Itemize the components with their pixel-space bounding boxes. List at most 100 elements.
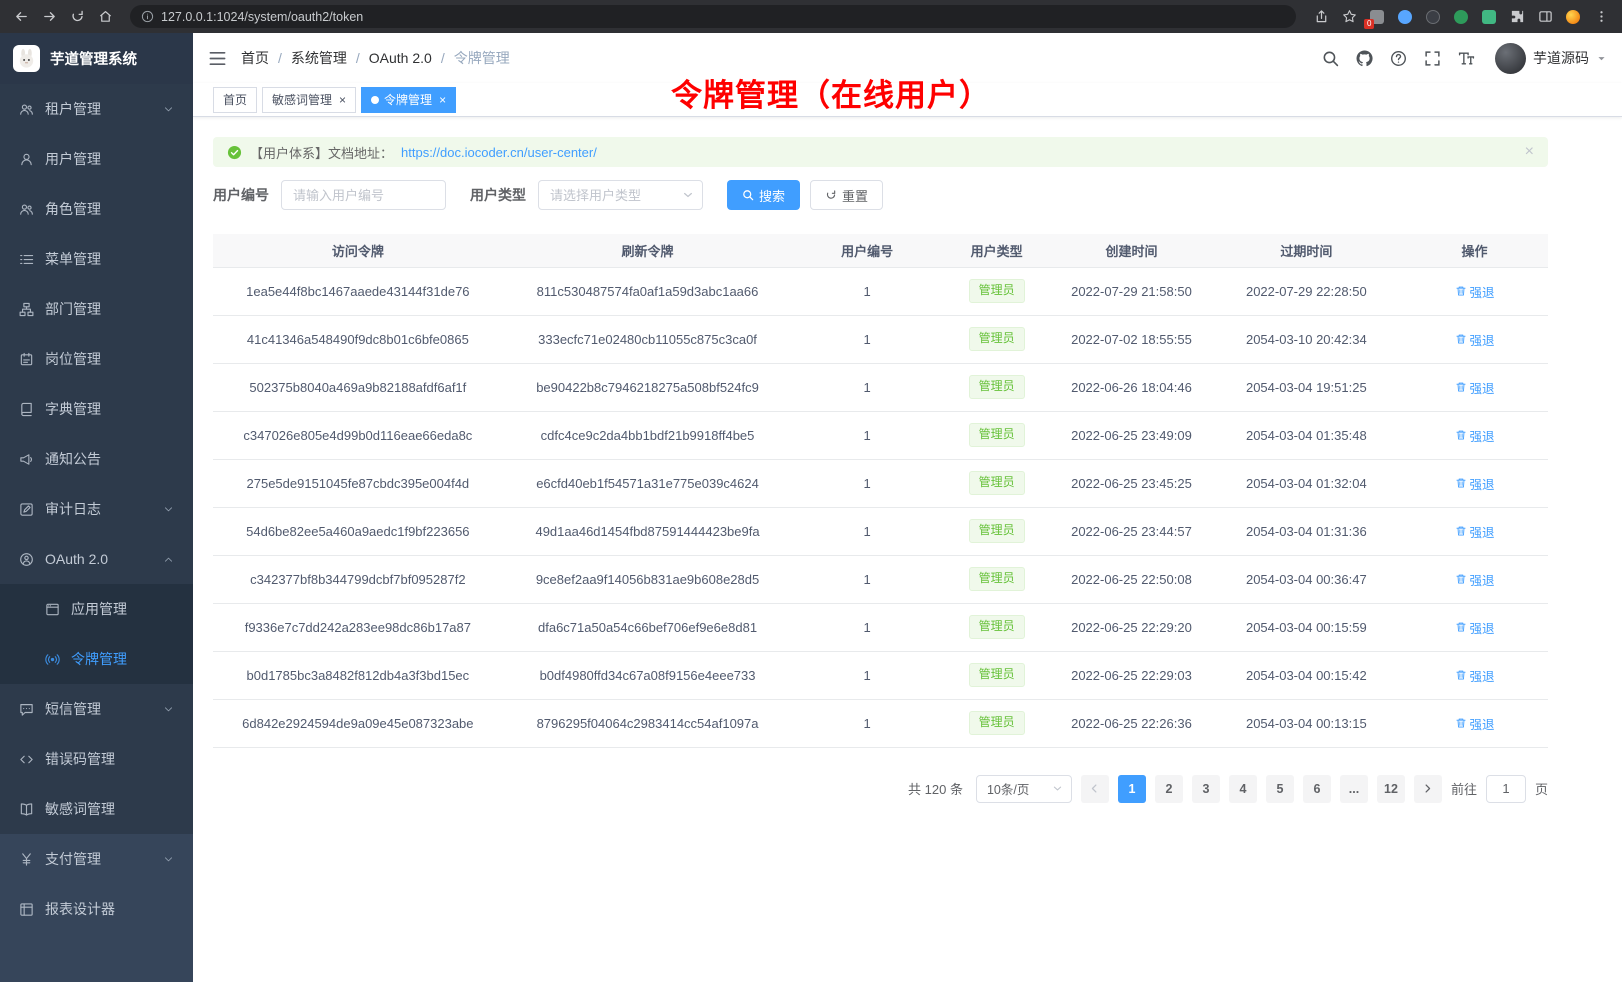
created-at-cell: 2022-06-25 22:50:08 xyxy=(1051,555,1211,603)
sidebar-item-error-code[interactable]: 错误码管理 xyxy=(0,734,193,784)
sidebar-item-pay[interactable]: 支付管理 xyxy=(0,834,193,884)
sidebar-item-notice[interactable]: 通知公告 xyxy=(0,434,193,484)
notice-icon xyxy=(19,452,34,467)
site-info-icon[interactable] xyxy=(141,10,154,23)
force-logout-button[interactable]: 强退 xyxy=(1455,282,1495,301)
access-token-cell: c342377bf8b344799dcbf7bf095287f2 xyxy=(213,555,503,603)
force-logout-button[interactable]: 强退 xyxy=(1455,426,1495,445)
page-button-12[interactable]: 12 xyxy=(1377,775,1405,803)
sidebar-item-sensitive-word[interactable]: 敏感词管理 xyxy=(0,784,193,834)
home-button[interactable] xyxy=(92,4,118,30)
sidebar-item-dict[interactable]: 字典管理 xyxy=(0,384,193,434)
page-button-3[interactable]: 3 xyxy=(1192,775,1220,803)
sidebar-item-menu[interactable]: 菜单管理 xyxy=(0,234,193,284)
app-logo[interactable]: 芋道管理系统 xyxy=(0,33,193,84)
extension-icon-3[interactable] xyxy=(1422,6,1444,28)
user-type-badge: 管理员 xyxy=(969,327,1025,351)
code-icon xyxy=(19,752,34,767)
page-button-5[interactable]: 5 xyxy=(1266,775,1294,803)
reload-button[interactable] xyxy=(64,4,90,30)
extension-icon-2[interactable] xyxy=(1394,6,1416,28)
user-type-select[interactable] xyxy=(538,180,703,210)
created-at-cell: 2022-06-25 23:45:25 xyxy=(1051,459,1211,507)
tab-label: 令牌管理 xyxy=(384,91,432,108)
logo-image xyxy=(13,45,40,72)
prev-page-button[interactable] xyxy=(1081,775,1109,803)
user-id-cell: 1 xyxy=(792,699,942,747)
sidebar-item-report-designer[interactable]: 报表设计器 xyxy=(0,884,193,934)
force-logout-button[interactable]: 强退 xyxy=(1455,474,1495,493)
sidebar-item-sms[interactable]: 短信管理 xyxy=(0,684,193,734)
close-icon[interactable]: × xyxy=(439,94,446,106)
user-id-input[interactable] xyxy=(281,180,446,210)
sidebar-item-oauth2[interactable]: OAuth 2.0 xyxy=(0,534,193,584)
goto-page-input[interactable] xyxy=(1486,775,1526,803)
user-menu[interactable]: 芋道源码 xyxy=(1495,43,1607,74)
profile-avatar[interactable] xyxy=(1562,6,1584,28)
active-tab-dot xyxy=(371,96,379,104)
github-icon[interactable] xyxy=(1356,50,1373,67)
address-bar[interactable]: 127.0.0.1:1024/system/oauth2/token xyxy=(130,5,1296,28)
book-icon xyxy=(19,802,34,817)
page-button-6[interactable]: 6 xyxy=(1303,775,1331,803)
chevron-down-icon xyxy=(163,504,174,515)
breadcrumb-item[interactable]: 首页 xyxy=(241,48,269,68)
side-panel-icon[interactable] xyxy=(1534,6,1556,28)
force-logout-button[interactable]: 强退 xyxy=(1455,666,1495,685)
page-size-select[interactable]: 10条/页 xyxy=(976,775,1072,803)
user-type-select-input[interactable] xyxy=(538,180,703,210)
search-button[interactable]: 搜索 xyxy=(727,180,800,210)
tab-sensitive-word[interactable]: 敏感词管理× xyxy=(262,87,356,113)
forward-button[interactable] xyxy=(36,4,62,30)
force-logout-button[interactable]: 强退 xyxy=(1455,570,1495,589)
sidebar-item-role[interactable]: 角色管理 xyxy=(0,184,193,234)
page-button-2[interactable]: 2 xyxy=(1155,775,1183,803)
extension-icon-5[interactable] xyxy=(1478,6,1500,28)
breadcrumb-item[interactable]: OAuth 2.0 xyxy=(369,50,432,66)
sidebar-toggle-icon[interactable] xyxy=(208,49,227,68)
reset-button[interactable]: 重置 xyxy=(810,180,883,210)
breadcrumb-item[interactable]: 系统管理 xyxy=(291,48,347,68)
browser-menu-icon[interactable] xyxy=(1588,4,1614,30)
extension-icon-1[interactable]: 0 xyxy=(1366,6,1388,28)
chevron-down-icon xyxy=(163,104,174,115)
sidebar-item-tenant[interactable]: 租户管理 xyxy=(0,84,193,134)
search-icon[interactable] xyxy=(1322,50,1339,67)
force-logout-button[interactable]: 强退 xyxy=(1455,618,1495,637)
trash-icon xyxy=(1455,573,1467,585)
sidebar-item-post[interactable]: 岗位管理 xyxy=(0,334,193,384)
share-icon[interactable] xyxy=(1308,4,1334,30)
close-icon[interactable]: × xyxy=(339,94,346,106)
puzzle-extension-icon[interactable] xyxy=(1506,6,1528,28)
help-icon[interactable] xyxy=(1390,50,1407,67)
sidebar-item-label: 错误码管理 xyxy=(45,749,115,769)
sidebar-item-label: 报表设计器 xyxy=(45,899,115,919)
page-button-4[interactable]: 4 xyxy=(1229,775,1257,803)
sidebar-item-audit-log[interactable]: 审计日志 xyxy=(0,484,193,534)
page-button-1[interactable]: 1 xyxy=(1118,775,1146,803)
user-type-badge: 管理员 xyxy=(969,423,1025,447)
extension-icon-4[interactable] xyxy=(1450,6,1472,28)
back-button[interactable] xyxy=(8,4,34,30)
report-icon xyxy=(19,902,34,917)
doc-link[interactable]: https://doc.iocoder.cn/user-center/ xyxy=(401,145,597,160)
font-size-icon[interactable] xyxy=(1458,50,1475,67)
force-logout-button[interactable]: 强退 xyxy=(1455,522,1495,541)
fullscreen-icon[interactable] xyxy=(1424,50,1441,67)
force-logout-button[interactable]: 强退 xyxy=(1455,330,1495,349)
trash-icon xyxy=(1455,717,1467,729)
sidebar-item-oauth2-token[interactable]: 令牌管理 xyxy=(0,634,193,684)
force-logout-button[interactable]: 强退 xyxy=(1455,378,1495,397)
next-page-button[interactable] xyxy=(1414,775,1442,803)
sidebar-item-dept[interactable]: 部门管理 xyxy=(0,284,193,334)
tab-token[interactable]: 令牌管理 × xyxy=(361,87,456,113)
close-icon[interactable]: × xyxy=(1525,144,1534,160)
sidebar-item-user[interactable]: 用户管理 xyxy=(0,134,193,184)
user-type-label: 用户类型 xyxy=(470,185,526,205)
page-ellipsis-button[interactable]: ... xyxy=(1340,775,1368,803)
bookmark-star-icon[interactable] xyxy=(1336,4,1362,30)
action-cell: 强退 xyxy=(1401,411,1548,459)
force-logout-button[interactable]: 强退 xyxy=(1455,714,1495,733)
tab-home[interactable]: 首页 xyxy=(213,87,257,113)
sidebar-item-oauth2-app[interactable]: 应用管理 xyxy=(0,584,193,634)
